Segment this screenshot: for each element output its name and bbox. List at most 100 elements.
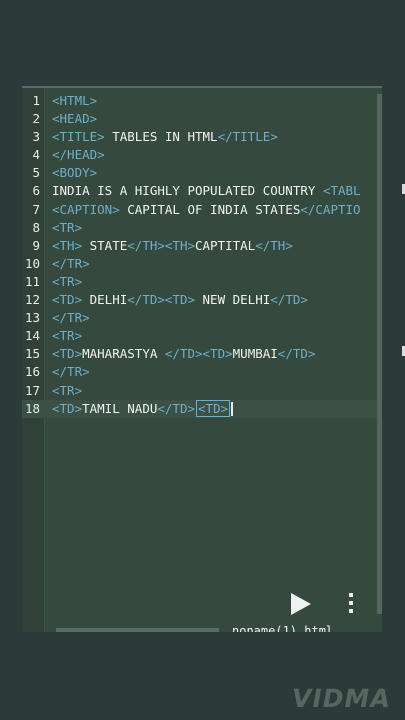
vertical-scrollbar[interactable]: [377, 94, 382, 614]
html-tag-token: </TD>: [270, 292, 308, 308]
html-tag-token: </TITLE>: [217, 129, 278, 145]
line-number: 18: [24, 400, 40, 416]
code-text[interactable]: <TR>: [52, 382, 82, 400]
code-text[interactable]: <TD>TAMIL NADU</TD> <TD>: [52, 399, 233, 418]
text-token: MAHARASTYA: [82, 346, 165, 362]
html-tag-token: <TR>: [52, 219, 83, 235]
code-text[interactable]: <CAPTION> CAPITAL OF INDIA STATES</CAPTI…: [52, 201, 361, 219]
code-line[interactable]: 14 <TR>: [22, 327, 382, 345]
file-name-tab[interactable]: noname(1).html: [232, 622, 333, 632]
html-tag-token: </CAPTIO: [300, 201, 361, 217]
horizontal-scrollbar[interactable]: [56, 628, 219, 632]
html-tag-token: <TR>: [52, 273, 83, 289]
html-tag-token: <TD>: [52, 400, 83, 416]
html-tag-token: <HEAD>: [52, 111, 98, 127]
code-text[interactable]: <TR>: [52, 273, 82, 291]
line-number: 2: [32, 111, 40, 127]
text-token: INDIA IS A HIGHLY POPULATED COUNTRY: [52, 183, 323, 199]
code-text[interactable]: <TR>: [52, 327, 82, 345]
line-number: 4: [32, 147, 40, 163]
code-line[interactable]: 2 <HEAD>: [22, 110, 382, 128]
code-line[interactable]: 8 <TR>: [22, 219, 382, 237]
text-token: TABLES IN HTML: [104, 129, 218, 145]
text-token: CAPTITAL: [195, 237, 256, 253]
code-text[interactable]: </TR>: [52, 309, 90, 327]
line-number: 16: [24, 364, 40, 380]
html-tag-token: <TD>: [52, 346, 83, 362]
code-text[interactable]: <TITLE> TABLES IN HTML</TITLE>: [52, 128, 278, 146]
code-text[interactable]: <TD>MAHARASTYA </TD><TD>MUMBAI</TD>: [52, 345, 315, 363]
code-line[interactable]: 17 <TR>: [22, 382, 382, 400]
html-tag-token: <BODY>: [52, 165, 98, 181]
code-text[interactable]: <TR>: [52, 219, 82, 237]
more-vertical-icon: [349, 593, 353, 597]
code-line[interactable]: 16 </TR>: [22, 363, 382, 381]
html-tag-token: </HEAD>: [52, 147, 105, 163]
code-text[interactable]: </HEAD>: [52, 146, 105, 164]
code-editor[interactable]: 1 <HTML> 2 <HEAD> 3 <TITLE> TABLES IN HTML</T…: [22, 88, 382, 632]
line-number: 5: [32, 165, 40, 181]
text-token: TAMIL NADU: [82, 400, 158, 416]
line-number: 7: [32, 201, 40, 217]
code-line[interactable]: 4 </HEAD>: [22, 146, 382, 164]
line-number: 11: [24, 273, 40, 289]
code-text[interactable]: </TR>: [52, 363, 90, 381]
text-token: DELHI: [82, 292, 128, 308]
code-text[interactable]: <TD> DELHI</TD><TD> NEW DELHI</TD>: [52, 291, 308, 309]
code-line[interactable]: 7 <CAPTION> CAPITAL OF INDIA STATES</CAPT…: [22, 201, 382, 219]
code-text[interactable]: <BODY>: [52, 164, 97, 182]
more-menu-button[interactable]: [343, 591, 359, 617]
line-number: 14: [24, 328, 40, 344]
code-lines[interactable]: 1 <HTML> 2 <HEAD> 3 <TITLE> TABLES IN HTML</T…: [22, 92, 382, 418]
html-tag-token: <TABL: [322, 183, 361, 199]
html-tag-token: </TR>: [52, 255, 90, 271]
code-line[interactable]: 10 </TR>: [22, 255, 382, 273]
play-icon: [291, 593, 311, 615]
line-number: 13: [24, 310, 40, 326]
html-tag-token: </TD>: [277, 346, 316, 362]
html-tag-token: </TR>: [52, 364, 90, 380]
code-text[interactable]: INDIA IS A HIGHLY POPULATED COUNTRY <TAB…: [52, 182, 361, 200]
code-text[interactable]: <HEAD>: [52, 110, 97, 128]
code-line[interactable]: 1 <HTML>: [22, 92, 382, 110]
html-tag-token: <TR>: [52, 328, 83, 344]
code-text[interactable]: <HTML>: [52, 92, 97, 110]
code-line[interactable]: 15 <TD>MAHARASTYA </TD><TD>MUMBAI</TD>: [22, 345, 382, 363]
html-tag-token: </TD><TD>: [164, 346, 233, 362]
code-line[interactable]: 11 <TR>: [22, 273, 382, 291]
line-number: 3: [32, 129, 40, 145]
watermark-logo: VIDMA: [289, 684, 394, 713]
html-tag-token: </TD>: [157, 400, 196, 416]
line-number: 10: [24, 255, 40, 271]
code-text[interactable]: </TR>: [52, 255, 90, 273]
code-line[interactable]: 12 <TD> DELHI</TD><TD> NEW DELHI</TD>: [22, 291, 382, 309]
line-number: 1: [32, 93, 40, 108]
text-token: NEW DELHI: [195, 292, 271, 308]
code-text[interactable]: <TH> STATE</TH><TH>CAPTITAL</TH>: [52, 237, 293, 255]
code-line[interactable]: 6 INDIA IS A HIGHLY POPULATED COUNTRY <TA…: [22, 182, 382, 200]
html-tag-token: <TITLE>: [52, 129, 105, 145]
text-token: MUMBAI: [232, 346, 278, 362]
html-tag-token: <TR>: [52, 382, 83, 398]
line-number: 9: [32, 237, 40, 253]
selected-tag-token: <TD>: [196, 399, 231, 417]
html-tag-token: <TD>: [52, 292, 83, 308]
html-tag-token: <TH>: [52, 237, 83, 253]
text-token: STATE: [82, 237, 128, 253]
text-token: CAPITAL OF INDIA STATES: [119, 201, 301, 217]
html-tag-token: <HTML>: [52, 93, 98, 108]
code-line[interactable]: 3 <TITLE> TABLES IN HTML</TITLE>: [22, 128, 382, 146]
line-number: 8: [32, 219, 40, 235]
line-number: 17: [24, 382, 40, 398]
line-number: 6: [32, 183, 40, 199]
html-tag-token: </TR>: [52, 310, 90, 326]
text-caret: [231, 402, 233, 417]
code-line[interactable]: 9 <TH> STATE</TH><TH>CAPTITAL</TH>: [22, 237, 382, 255]
code-line[interactable]: 13 </TR>: [22, 309, 382, 327]
code-line[interactable]: 18 <TD>TAMIL NADU</TD> <TD>: [22, 399, 382, 418]
code-line[interactable]: 5 <BODY>: [22, 164, 382, 182]
html-tag-token: <CAPTION>: [52, 201, 120, 217]
html-tag-token: </TD><TD>: [127, 292, 195, 308]
run-button[interactable]: [287, 591, 313, 617]
html-tag-token: </TH><TH>: [127, 237, 195, 253]
